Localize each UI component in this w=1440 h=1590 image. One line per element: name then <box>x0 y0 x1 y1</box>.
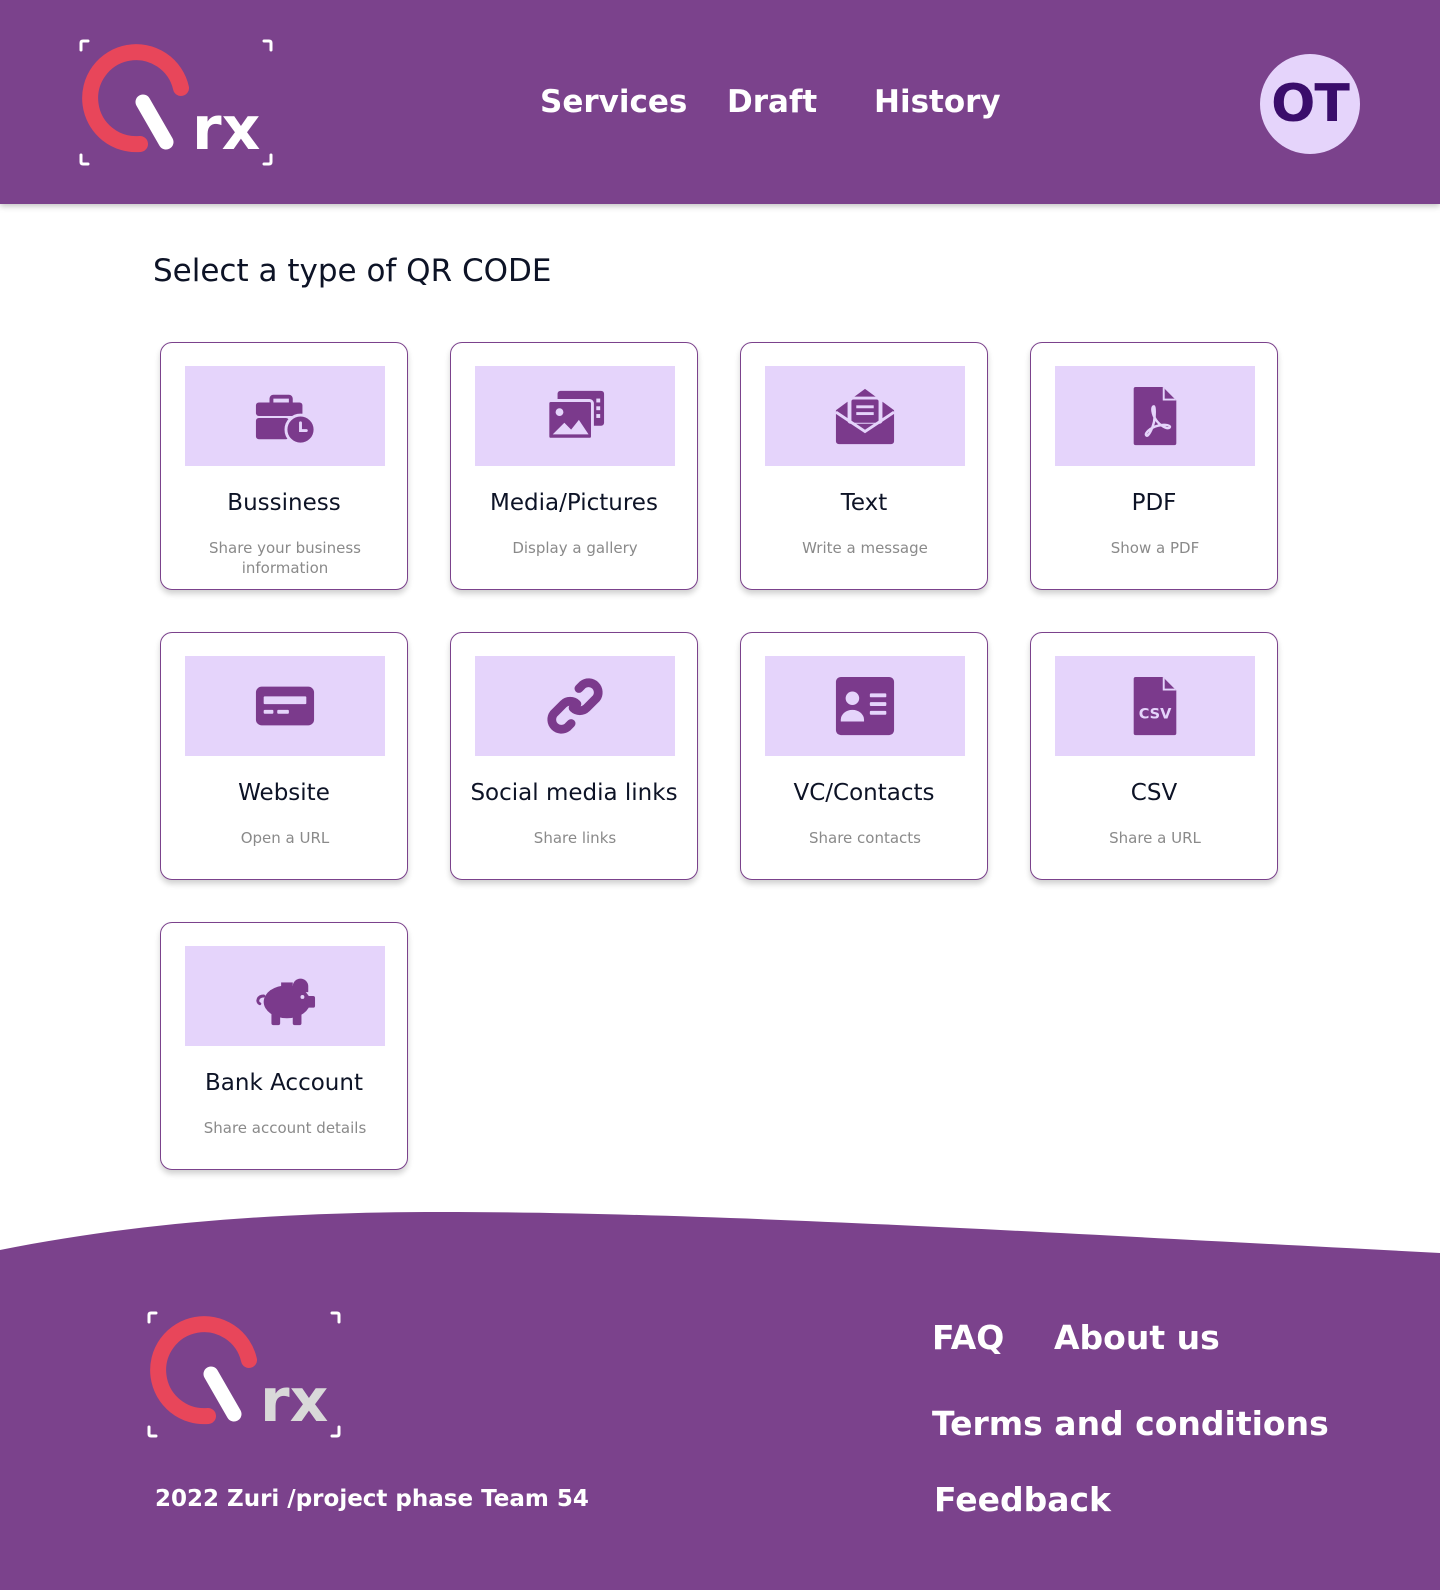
qr-type-card-csv[interactable]: CSV CSV Share a URL <box>1030 632 1278 880</box>
qr-type-card-contacts[interactable]: VC/Contacts Share contacts <box>740 632 988 880</box>
card-description: Share links <box>533 829 617 847</box>
piggy-bank-icon <box>256 978 316 1026</box>
qr-type-card-text[interactable]: Text Write a message <box>740 342 988 590</box>
photo-gallery-icon <box>546 390 605 441</box>
card-description: Show a PDF <box>1110 539 1200 557</box>
footer-logo[interactable]: rx <box>146 1310 344 1440</box>
qr-type-card-social[interactable]: Social media links Share links <box>450 632 698 880</box>
svg-text:rx: rx <box>192 94 260 164</box>
nav-history-label: History <box>874 84 1001 120</box>
footer-link-terms[interactable]: Terms and conditions <box>932 1404 1329 1443</box>
contact-card-icon <box>835 676 895 736</box>
card-description: Write a message <box>802 539 928 557</box>
card-title: Media/Pictures <box>490 490 658 516</box>
card-description: Share your business information <box>209 539 361 577</box>
nav-history[interactable]: History <box>874 84 1001 120</box>
nav-services[interactable]: Services <box>540 84 687 120</box>
card-description: Share account details <box>203 1119 367 1137</box>
nav-draft-label: Draft <box>727 84 818 120</box>
card-icon-box <box>765 656 965 756</box>
csv-file-icon: CSV <box>1133 676 1177 736</box>
card-title: Bank Account <box>205 1070 363 1096</box>
card-description: Share contacts <box>808 829 921 847</box>
copyright-text: 2022 Zuri /project phase Team 54 <box>155 1486 589 1512</box>
header: rx Services Draft History OT <box>0 0 1440 204</box>
card-description: Display a gallery <box>512 539 638 557</box>
svg-text:CSV: CSV <box>1139 707 1172 723</box>
card-description: Open a URL <box>240 829 330 847</box>
card-icon <box>255 686 315 726</box>
briefcase-clock-icon <box>255 394 316 446</box>
page-title: Select a type of QR CODE <box>153 253 552 289</box>
card-icon-box <box>185 656 385 756</box>
card-description: Share a URL <box>1109 829 1201 847</box>
card-title: PDF <box>1131 490 1177 516</box>
qr-type-card-bank[interactable]: Bank Account Share account details <box>160 922 408 1170</box>
card-icon-box <box>765 366 965 466</box>
logo[interactable]: rx <box>78 38 276 168</box>
card-title: Website <box>238 780 330 806</box>
card-title: Bussiness <box>227 490 341 516</box>
card-icon-box <box>185 366 385 466</box>
footer-link-faq[interactable]: FAQ <box>932 1318 1004 1357</box>
qrx-logo-icon: rx <box>147 1311 341 1438</box>
card-icon-box <box>475 366 675 466</box>
qr-type-card-business[interactable]: Bussiness Share your business informatio… <box>160 342 408 590</box>
pdf-file-icon <box>1133 386 1177 446</box>
open-envelope-icon <box>835 388 895 445</box>
svg-text:rx: rx <box>260 1366 328 1436</box>
avatar-initials: OT <box>1271 74 1350 134</box>
card-icon-box <box>1055 366 1255 466</box>
card-title: VC/Contacts <box>793 780 935 806</box>
card-title: CSV <box>1130 780 1178 806</box>
link-icon <box>547 678 603 734</box>
footer-link-about[interactable]: About us <box>1054 1318 1220 1357</box>
qr-type-card-pdf[interactable]: PDF Show a PDF <box>1030 342 1278 590</box>
card-icon-box <box>185 946 385 1046</box>
nav-services-label: Services <box>540 84 688 120</box>
card-icon-box: CSV <box>1055 656 1255 756</box>
nav-draft[interactable]: Draft <box>727 84 817 120</box>
footer-link-feedback[interactable]: Feedback <box>934 1480 1111 1519</box>
qr-type-card-media[interactable]: Media/Pictures Display a gallery <box>450 342 698 590</box>
card-title: Text <box>840 490 888 516</box>
card-title: Social media links <box>470 780 678 806</box>
card-icon-box <box>475 656 675 756</box>
qrx-logo-icon: rx <box>79 39 273 166</box>
user-avatar[interactable]: OT <box>1260 54 1360 154</box>
qr-type-card-website[interactable]: Website Open a URL <box>160 632 408 880</box>
